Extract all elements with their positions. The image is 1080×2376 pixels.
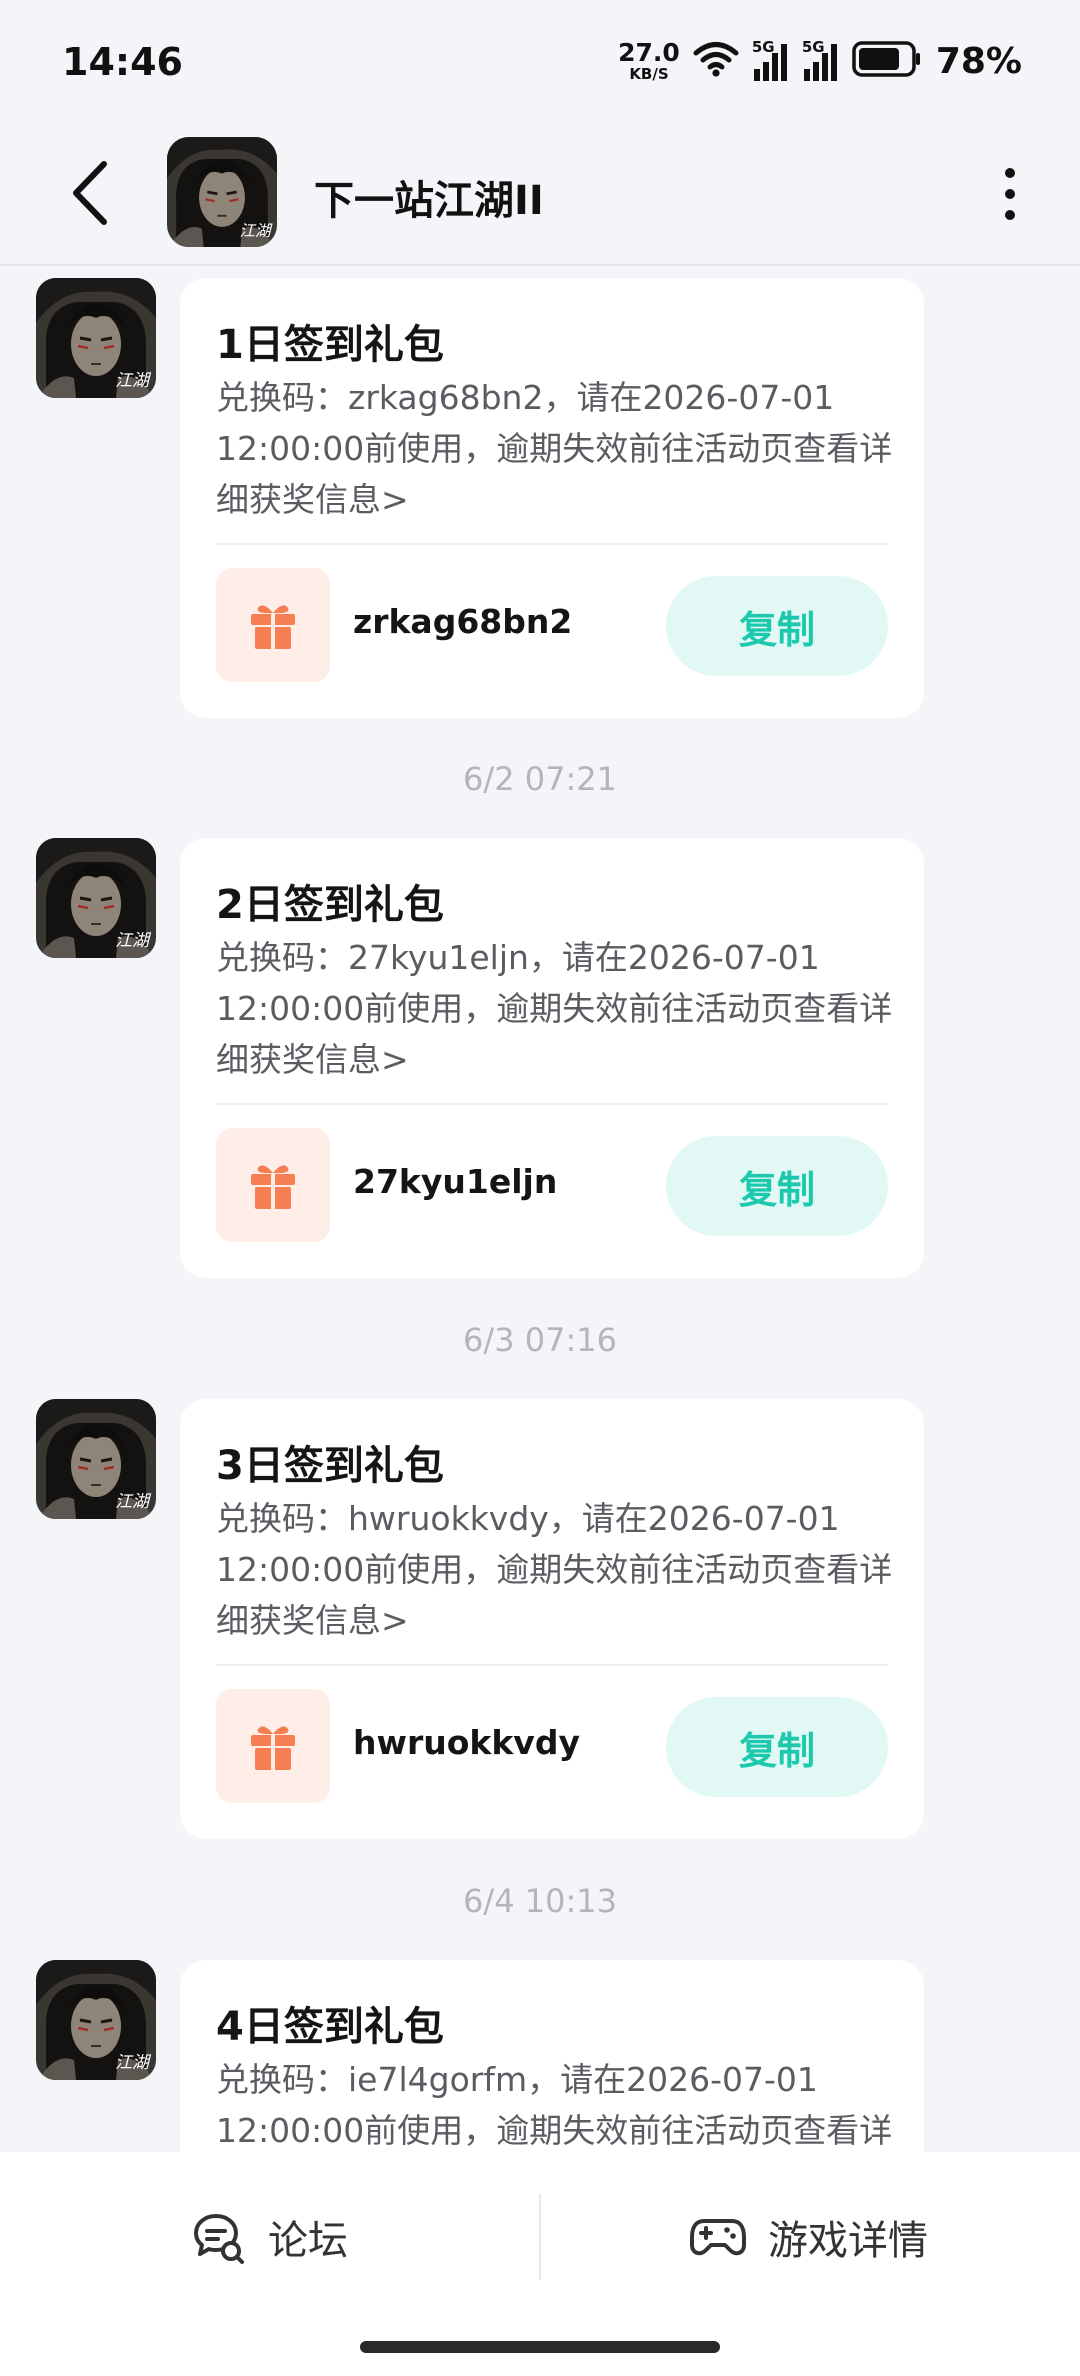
chat-header: 下一站江湖II bbox=[0, 120, 1080, 266]
game-avatar[interactable] bbox=[167, 137, 277, 247]
sender-avatar[interactable] bbox=[36, 1960, 156, 2080]
message-timestamp: 6/4 10:13 bbox=[463, 1882, 617, 1920]
network-speed-unit: KB/S bbox=[629, 65, 669, 83]
message-timestamp: 6/2 07:21 bbox=[463, 760, 617, 798]
signal-type: 5G bbox=[751, 38, 775, 56]
card-divider bbox=[216, 1103, 888, 1105]
forum-chat-icon bbox=[194, 2214, 244, 2264]
gift-code: 27kyu1eljn bbox=[353, 1162, 558, 1201]
sender-avatar[interactable] bbox=[36, 1399, 156, 1519]
game-details-label: 游戏详情 bbox=[768, 2218, 928, 2264]
battery-percent: 78% bbox=[935, 40, 1022, 82]
network-speed: 27.0 KB/S bbox=[618, 40, 680, 82]
more-vertical-icon bbox=[1005, 168, 1015, 178]
gift-card[interactable]: 3日签到礼包 兑换码：hwruokkvdy，请在2026-07-01 12:00… bbox=[180, 1399, 924, 1839]
screen: 14:46 27.0 KB/S 5G 5G 78% 下一站江湖II 1日签到礼包… bbox=[0, 0, 1080, 2376]
forum-label: 论坛 bbox=[268, 2218, 348, 2264]
gift-card[interactable]: 4日签到礼包 兑换码：ie7l4gorfm，请在2026-07-01 12:00… bbox=[180, 1960, 924, 2152]
signal-type-2: 5G bbox=[801, 38, 825, 56]
sender-avatar[interactable] bbox=[36, 278, 156, 398]
status-indicators: 27.0 KB/S 5G 5G 78% bbox=[618, 36, 1022, 86]
gamepad-icon bbox=[690, 2219, 746, 2256]
message-list[interactable]: 1日签到礼包 兑换码：zrkag68bn2，请在2026-07-01 12:00… bbox=[0, 268, 1080, 2152]
gift-title: 2日签到礼包 bbox=[216, 882, 444, 928]
more-button[interactable] bbox=[980, 156, 1040, 232]
wifi-icon bbox=[692, 40, 740, 82]
gift-icon bbox=[216, 1128, 330, 1242]
card-divider bbox=[216, 1664, 888, 1666]
gift-code: hwruokkvdy bbox=[353, 1723, 580, 1762]
chat-title: 下一站江湖II bbox=[314, 178, 544, 224]
gift-description[interactable]: 兑换码：27kyu1eljn，请在2026-07-01 12:00:00前使用，… bbox=[216, 932, 896, 1085]
gift-title: 3日签到礼包 bbox=[216, 1443, 444, 1489]
card-divider bbox=[216, 543, 888, 545]
gift-card[interactable]: 1日签到礼包 兑换码：zrkag68bn2，请在2026-07-01 12:00… bbox=[180, 278, 924, 718]
gift-description[interactable]: 兑换码：zrkag68bn2，请在2026-07-01 12:00:00前使用，… bbox=[216, 372, 896, 525]
status-time: 14:46 bbox=[62, 40, 183, 84]
network-speed-value: 27.0 bbox=[618, 38, 680, 67]
back-arrow-icon bbox=[73, 161, 107, 225]
gift-description[interactable]: 兑换码：ie7l4gorfm，请在2026-07-01 12:00:00前使用，… bbox=[216, 2054, 896, 2152]
gift-icon bbox=[216, 1689, 330, 1803]
forum-tab[interactable]: 论坛 bbox=[192, 2194, 348, 2280]
copy-button[interactable]: 复制 bbox=[666, 1136, 888, 1236]
gift-title: 1日签到礼包 bbox=[216, 322, 444, 368]
gift-description[interactable]: 兑换码：hwruokkvdy，请在2026-07-01 12:00:00前使用，… bbox=[216, 1493, 896, 1646]
game-details-tab[interactable]: 游戏详情 bbox=[690, 2194, 928, 2280]
battery-icon bbox=[852, 41, 922, 81]
home-indicator[interactable] bbox=[360, 2341, 720, 2353]
gift-code: zrkag68bn2 bbox=[353, 602, 573, 641]
status-bar: 14:46 27.0 KB/S 5G 5G 78% bbox=[0, 0, 1080, 120]
signal-icon: 5G bbox=[751, 38, 790, 81]
message-timestamp: 6/3 07:16 bbox=[463, 1321, 617, 1359]
signal-icon-2: 5G bbox=[801, 38, 840, 81]
back-button[interactable] bbox=[52, 150, 128, 236]
bottom-divider bbox=[539, 2194, 541, 2280]
gift-icon bbox=[216, 568, 330, 682]
copy-button[interactable]: 复制 bbox=[666, 1697, 888, 1797]
gift-title: 4日签到礼包 bbox=[216, 2004, 444, 2050]
copy-button[interactable]: 复制 bbox=[666, 576, 888, 676]
gift-card[interactable]: 2日签到礼包 兑换码：27kyu1eljn，请在2026-07-01 12:00… bbox=[180, 838, 924, 1278]
sender-avatar[interactable] bbox=[36, 838, 156, 958]
